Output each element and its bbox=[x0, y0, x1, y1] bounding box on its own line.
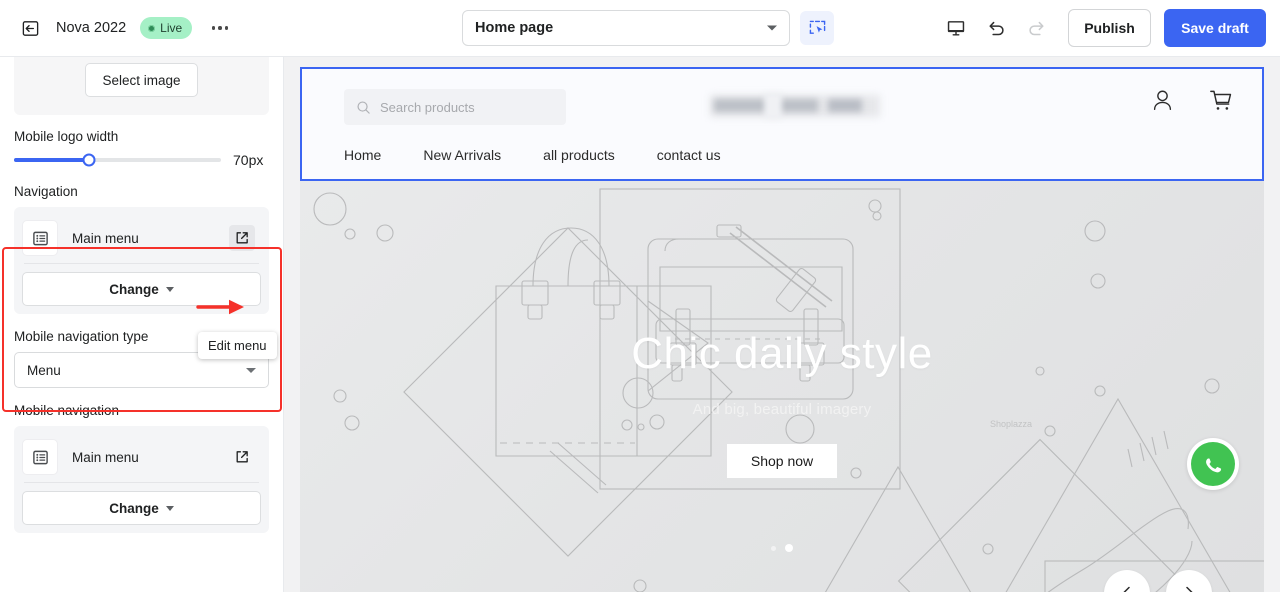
store-name: Nova 2022 bbox=[56, 20, 127, 36]
hero-text-block: Chic daily style And big, beautiful imag… bbox=[300, 329, 1264, 478]
redo-icon bbox=[1028, 21, 1044, 35]
chevron-left-icon bbox=[1123, 586, 1130, 592]
slider-fill bbox=[14, 158, 89, 162]
nav-link-new-arrivals[interactable]: New Arrivals bbox=[423, 147, 501, 163]
header-icon-group bbox=[1150, 87, 1234, 114]
more-horizontal-icon bbox=[224, 26, 229, 30]
mobile-navigation-menu-name: Main menu bbox=[72, 449, 139, 465]
external-link-icon bbox=[236, 451, 248, 463]
mobile-logo-width-slider[interactable] bbox=[14, 153, 221, 167]
list-menu-icon bbox=[32, 450, 48, 464]
edit-menu-tooltip: Edit menu bbox=[198, 332, 277, 359]
toolbar-actions: Publish Save draft bbox=[938, 9, 1266, 47]
redo-button bbox=[1018, 9, 1054, 47]
search-input[interactable]: Search products bbox=[344, 89, 566, 125]
navigation-menu-name: Main menu bbox=[72, 230, 139, 246]
chevron-down-icon bbox=[165, 286, 174, 292]
mobile-logo-width-label: Mobile logo width bbox=[14, 129, 119, 144]
mobile-navigation-change-label: Change bbox=[109, 500, 159, 516]
navigation-menu-thumb bbox=[22, 220, 58, 256]
desktop-monitor-icon bbox=[947, 21, 965, 36]
page-selector-group: Home page bbox=[462, 10, 834, 46]
undo-button[interactable] bbox=[978, 9, 1014, 47]
live-label: Live bbox=[160, 21, 183, 35]
navigation-change-label: Change bbox=[109, 281, 159, 297]
mobile-navigation-menu-thumb bbox=[22, 439, 58, 475]
mobile-logo-width-row: 70px bbox=[14, 152, 269, 168]
mobile-navigation-edit-menu-button[interactable] bbox=[229, 444, 255, 470]
chevron-right-icon bbox=[1186, 586, 1193, 592]
shopping-cart-icon[interactable] bbox=[1207, 87, 1234, 114]
chevron-down-icon bbox=[767, 25, 777, 31]
preview-canvas: ✕ Header Search products bbox=[284, 57, 1280, 592]
user-account-icon[interactable] bbox=[1150, 88, 1175, 114]
store-logo-blurred bbox=[710, 93, 880, 119]
carousel-dots bbox=[771, 544, 793, 552]
page-selector-value: Home page bbox=[475, 20, 554, 36]
logo-image-panel: Select image bbox=[14, 57, 269, 115]
carousel-dot-1[interactable] bbox=[771, 545, 776, 551]
nav-link-home[interactable]: Home bbox=[344, 147, 381, 163]
nav-link-contact-us[interactable]: contact us bbox=[657, 147, 721, 163]
navigation-menu-row[interactable]: Main menu bbox=[22, 215, 261, 261]
search-placeholder: Search products bbox=[380, 99, 475, 115]
back-button[interactable] bbox=[16, 14, 44, 42]
back-arrow-icon bbox=[22, 20, 38, 36]
header-section[interactable]: ✕ Header Search products bbox=[300, 67, 1264, 181]
nav-link-all-products[interactable]: all products bbox=[543, 147, 615, 163]
mobile-navigation-menu-card: Main menu Change bbox=[14, 426, 269, 533]
whatsapp-icon bbox=[1205, 458, 1221, 472]
header-nav-links: Home New Arrivals all products contact u… bbox=[344, 147, 721, 163]
live-dot-icon bbox=[148, 24, 156, 32]
annotation-arrow bbox=[196, 297, 248, 322]
publish-button[interactable]: Publish bbox=[1068, 9, 1151, 47]
mobile-nav-type-value: Menu bbox=[27, 362, 61, 378]
theme-editor-app: Nova 2022 Live Home page Publish Save dr… bbox=[0, 0, 1280, 592]
settings-sidebar: Select image Mobile logo width 70px Navi… bbox=[0, 57, 284, 592]
mobile-navigation-label: Mobile navigation bbox=[14, 403, 120, 418]
chevron-down-icon bbox=[246, 367, 256, 373]
more-options-button[interactable] bbox=[206, 16, 234, 40]
more-horizontal-icon bbox=[218, 26, 222, 30]
page-selector[interactable]: Home page bbox=[462, 10, 790, 46]
hero-subheading: And big, beautiful imagery bbox=[692, 401, 872, 418]
select-image-button[interactable]: Select image bbox=[85, 63, 198, 97]
undo-icon bbox=[988, 21, 1004, 35]
navigation-section-label: Navigation bbox=[14, 184, 78, 199]
save-draft-button[interactable]: Save draft bbox=[1164, 9, 1266, 47]
search-icon bbox=[357, 100, 370, 114]
device-preview-button[interactable] bbox=[938, 9, 974, 47]
selection-tool-button[interactable] bbox=[800, 11, 834, 45]
selection-tool-icon bbox=[809, 20, 825, 34]
whatsapp-circle bbox=[1191, 442, 1235, 486]
shop-now-button[interactable]: Shop now bbox=[727, 444, 837, 478]
live-status-badge: Live bbox=[140, 17, 193, 39]
whatsapp-chat-button[interactable] bbox=[1187, 438, 1239, 490]
mobile-logo-width-value: 70px bbox=[233, 152, 264, 168]
storefront-preview: ✕ Header Search products bbox=[300, 67, 1264, 592]
hero-banner-section[interactable]: Shoplazza Chic daily style And big, beau… bbox=[300, 181, 1264, 592]
navigation-edit-menu-button[interactable] bbox=[229, 225, 255, 251]
card-divider bbox=[24, 263, 259, 264]
external-link-icon bbox=[236, 232, 248, 244]
chevron-down-icon bbox=[165, 505, 174, 511]
top-toolbar: Nova 2022 Live Home page Publish Save dr… bbox=[0, 0, 1280, 57]
list-menu-icon bbox=[32, 231, 48, 245]
hero-heading: Chic daily style bbox=[631, 329, 933, 378]
mobile-navigation-change-button[interactable]: Change bbox=[22, 491, 261, 525]
mobile-navigation-menu-row[interactable]: Main menu bbox=[22, 434, 261, 480]
card-divider bbox=[24, 482, 259, 483]
more-horizontal-icon bbox=[211, 26, 216, 30]
carousel-dot-2-active[interactable] bbox=[785, 544, 793, 552]
slider-thumb[interactable] bbox=[82, 153, 96, 167]
